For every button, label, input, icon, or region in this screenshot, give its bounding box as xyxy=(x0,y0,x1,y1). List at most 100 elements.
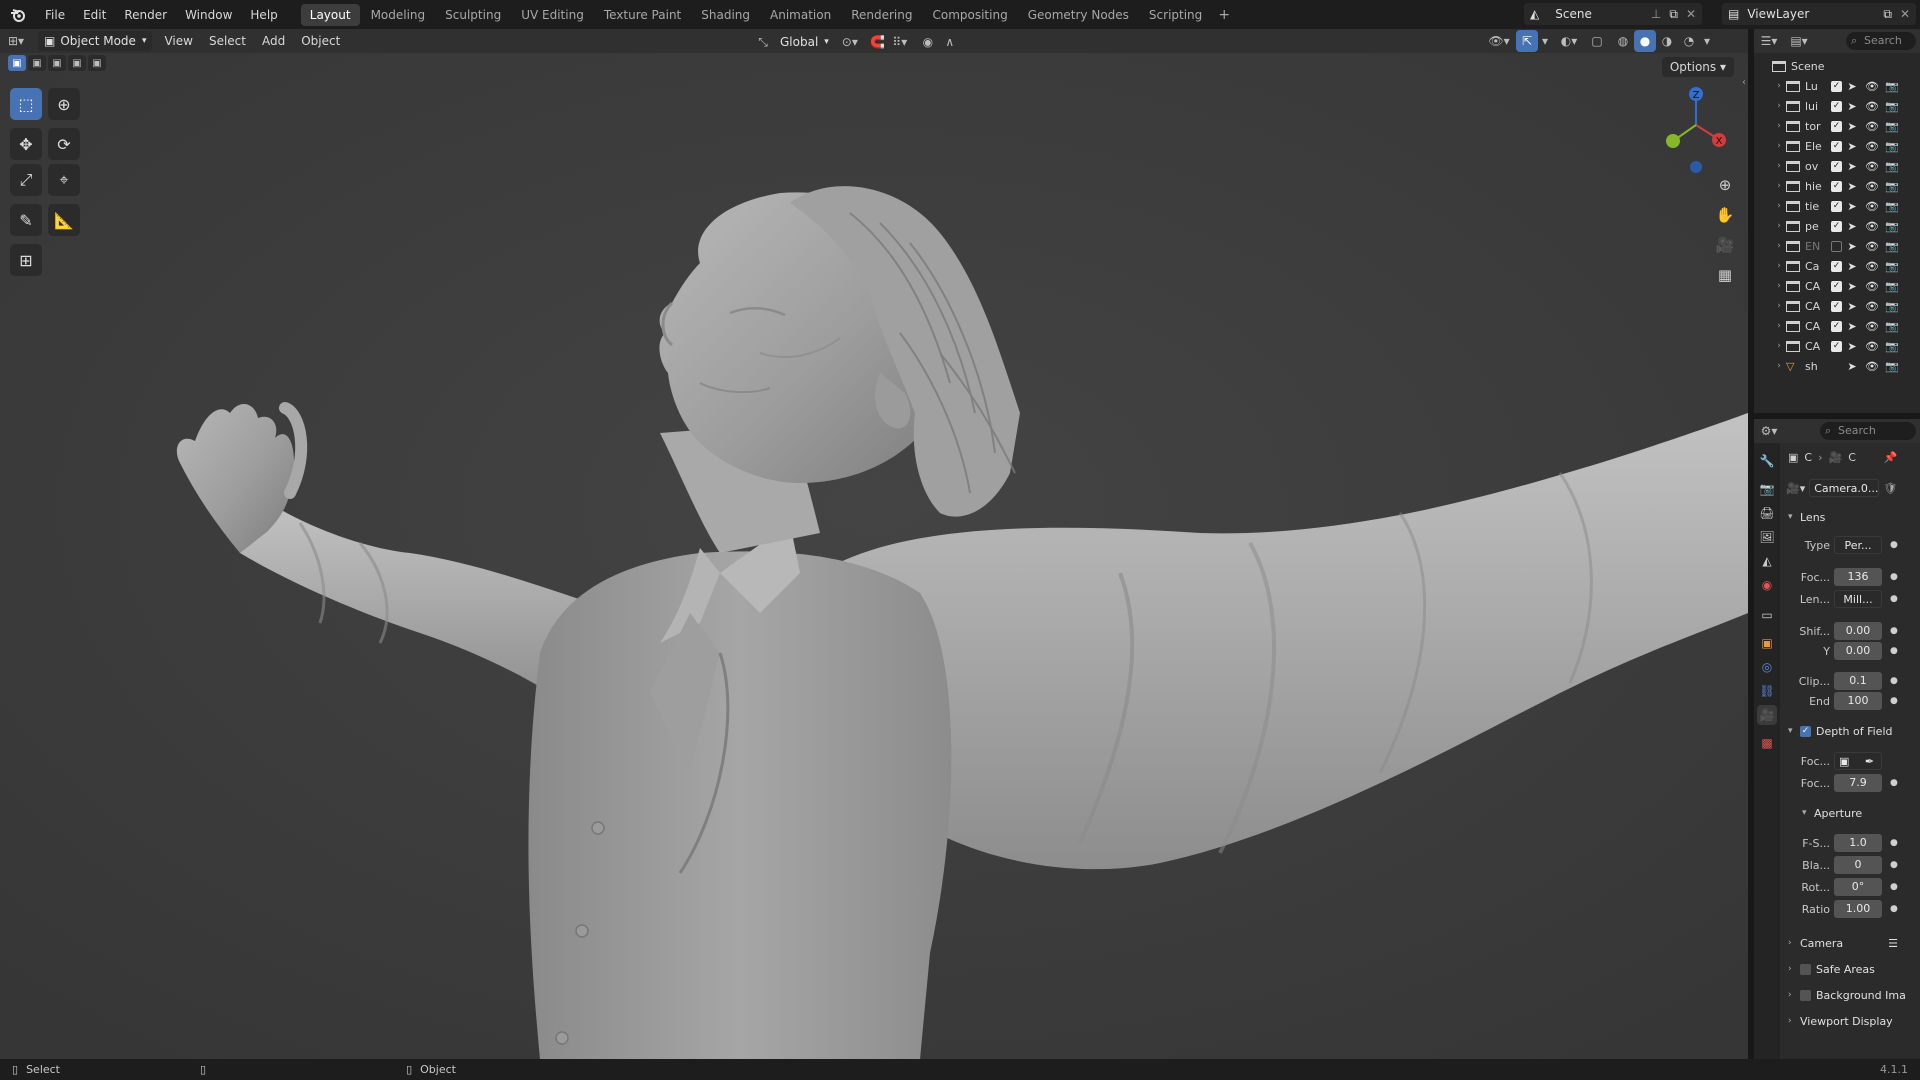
tab-sculpting[interactable]: Sculpting xyxy=(436,4,510,26)
outliner-item[interactable]: › hie ✓ ➤ 👁 📷 xyxy=(1754,176,1920,196)
clip-start-field[interactable]: 0.1 xyxy=(1834,672,1882,690)
focus-object-field[interactable]: ▣ ✒ xyxy=(1834,752,1882,770)
close-icon[interactable]: ✕ xyxy=(1900,7,1910,21)
move-tool[interactable]: ✥ xyxy=(10,128,42,160)
keyframe-dot-icon[interactable]: ● xyxy=(1890,696,1900,706)
selectable-icon[interactable]: ➤ xyxy=(1842,140,1862,153)
overlays-icon[interactable]: ◐▾ xyxy=(1558,30,1580,52)
expand-arrow-icon[interactable]: › xyxy=(1772,261,1786,271)
zoom-icon[interactable]: ⊕ xyxy=(1711,171,1739,199)
camera-data-tab-icon[interactable]: 🎥 xyxy=(1757,705,1777,725)
camera-datablock-name[interactable]: Camera.0... xyxy=(1809,479,1880,497)
selectable-icon[interactable]: ➤ xyxy=(1842,360,1862,373)
expand-arrow-icon[interactable]: › xyxy=(1772,341,1786,351)
pivot-point-icon[interactable]: ⊙▾ xyxy=(839,31,861,53)
navigation-gizmo[interactable]: Z X xyxy=(1660,85,1740,175)
selectable-icon[interactable]: ➤ xyxy=(1842,80,1862,93)
tab-modeling[interactable]: Modeling xyxy=(362,4,435,26)
keyframe-dot-icon[interactable]: ● xyxy=(1890,778,1900,788)
expand-arrow-icon[interactable]: › xyxy=(1772,301,1786,311)
tab-shading[interactable]: Shading xyxy=(692,4,759,26)
exclude-checkbox[interactable]: ✓ xyxy=(1831,80,1842,92)
keyframe-dot-icon[interactable]: ● xyxy=(1890,646,1900,656)
keyframe-dot-icon[interactable]: ● xyxy=(1890,540,1900,550)
render-camera-icon[interactable]: 📷 xyxy=(1882,80,1902,93)
safe-areas-section-header[interactable]: › Safe Areas xyxy=(1788,959,1916,979)
lens-type-dropdown[interactable]: Per... xyxy=(1834,536,1882,554)
exclude-checkbox[interactable]: ✓ xyxy=(1831,200,1842,212)
keyframe-dot-icon[interactable]: ● xyxy=(1890,594,1900,604)
eye-icon[interactable]: 👁 xyxy=(1862,280,1882,293)
annotate-tool[interactable]: ✎ xyxy=(10,204,42,236)
exclude-checkbox[interactable]: ✓ xyxy=(1831,120,1842,132)
constraints-tab-icon[interactable]: ⛓ xyxy=(1757,681,1777,701)
selectable-icon[interactable]: ➤ xyxy=(1842,260,1862,273)
list-icon[interactable]: ☰ xyxy=(1888,937,1898,950)
eye-icon[interactable]: 👁 xyxy=(1862,300,1882,313)
exclude-checkbox[interactable]: ✓ xyxy=(1831,220,1842,232)
outliner-item[interactable]: › tor ✓ ➤ 👁 📷 xyxy=(1754,116,1920,136)
pin-icon[interactable]: ⊥ xyxy=(1651,7,1661,21)
exclude-checkbox[interactable]: ✓ xyxy=(1831,280,1842,292)
add-menu[interactable]: Add xyxy=(254,34,293,48)
expand-arrow-icon[interactable]: › xyxy=(1772,281,1786,291)
add-workspace-button[interactable]: + xyxy=(1213,7,1235,23)
pan-hand-icon[interactable]: ✋ xyxy=(1711,201,1739,229)
rotate-tool[interactable]: ⟳ xyxy=(48,128,80,160)
selectable-icon[interactable]: ➤ xyxy=(1842,160,1862,173)
render-camera-icon[interactable]: 📷 xyxy=(1882,260,1902,273)
background-images-section-header[interactable]: › Background Ima xyxy=(1788,985,1916,1005)
shading-dropdown-icon[interactable]: ▾ xyxy=(1700,30,1714,52)
exclude-checkbox[interactable]: ✓ xyxy=(1831,140,1842,152)
clip-end-field[interactable]: 100 xyxy=(1834,692,1882,710)
proportional-edit-icon[interactable]: ◉ xyxy=(917,31,939,53)
eye-icon[interactable]: 👁 xyxy=(1862,360,1882,373)
keyframe-dot-icon[interactable]: ● xyxy=(1890,882,1900,892)
material-shading-icon[interactable]: ◑ xyxy=(1656,30,1678,52)
keyframe-dot-icon[interactable]: ● xyxy=(1890,626,1900,636)
shift-x-field[interactable]: 0.00 xyxy=(1834,622,1882,640)
wireframe-shading-icon[interactable]: ◍ xyxy=(1612,30,1634,52)
eye-icon[interactable]: 👁 xyxy=(1862,180,1882,193)
3d-viewport[interactable]: ⬚ ⊕ ✥ ⟳ ⤢ ⌖ ✎ 📐 ⊞ ▣ ▣ ▣ ▣ ▣ Options ▾ ‹ … xyxy=(0,53,1748,1059)
render-camera-icon[interactable]: 📷 xyxy=(1882,300,1902,313)
select-box-tool[interactable]: ⬚ xyxy=(10,88,42,120)
mode-dropdown[interactable]: ▣ Object Mode ▾ xyxy=(38,31,153,51)
rendered-shading-icon[interactable]: ◔ xyxy=(1678,30,1700,52)
lens-section-header[interactable]: ▾ Lens xyxy=(1788,507,1916,527)
selectable-icon[interactable]: ➤ xyxy=(1842,340,1862,353)
blender-logo-icon[interactable] xyxy=(0,0,36,29)
xray-icon[interactable]: ▢ xyxy=(1586,30,1608,52)
outliner-item[interactable]: › EN ➤ 👁 📷 xyxy=(1754,236,1920,256)
camera-section-header[interactable]: › Camera ☰ xyxy=(1788,933,1916,953)
expand-arrow-icon[interactable]: › xyxy=(1772,321,1786,331)
outliner-item[interactable]: › tie ✓ ➤ 👁 📷 xyxy=(1754,196,1920,216)
expand-arrow-icon[interactable]: › xyxy=(1772,361,1786,371)
render-camera-icon[interactable]: 📷 xyxy=(1882,220,1902,233)
exclude-checkbox[interactable]: ✓ xyxy=(1831,300,1842,312)
object-menu[interactable]: Object xyxy=(293,34,348,48)
menu-window[interactable]: Window xyxy=(176,4,241,26)
expand-arrow-icon[interactable]: › xyxy=(1772,161,1786,171)
new-view-layer-icon[interactable]: ⧉ xyxy=(1883,7,1892,22)
expand-arrow-icon[interactable]: › xyxy=(1772,241,1786,251)
select-intersect-icon[interactable]: ▣ xyxy=(88,55,106,71)
select-new-icon[interactable]: ▣ xyxy=(8,55,26,71)
tab-scripting[interactable]: Scripting xyxy=(1140,4,1211,26)
menu-help[interactable]: Help xyxy=(241,4,286,26)
exclude-checkbox[interactable] xyxy=(1831,240,1842,252)
menu-render[interactable]: Render xyxy=(115,4,176,26)
editor-type-icon[interactable]: ⊞▾ xyxy=(0,30,32,52)
tab-uv-editing[interactable]: UV Editing xyxy=(512,4,593,26)
eye-icon[interactable]: 👁 xyxy=(1862,140,1882,153)
scene-selector[interactable]: ◭ Scene ⊥ ⧉ ✕ xyxy=(1524,3,1702,25)
render-camera-icon[interactable]: 📷 xyxy=(1882,160,1902,173)
rotation-field[interactable]: 0° xyxy=(1834,878,1882,896)
expand-arrow-icon[interactable]: › xyxy=(1772,81,1786,91)
tab-animation[interactable]: Animation xyxy=(761,4,840,26)
selectable-icon[interactable]: ➤ xyxy=(1842,100,1862,113)
outliner-item[interactable]: › CA ✓ ➤ 👁 📷 xyxy=(1754,336,1920,356)
select-extend-icon[interactable]: ▣ xyxy=(28,55,46,71)
scale-tool[interactable]: ⤢ xyxy=(10,164,42,196)
editor-type-icon[interactable]: ⚙▾ xyxy=(1754,420,1784,442)
